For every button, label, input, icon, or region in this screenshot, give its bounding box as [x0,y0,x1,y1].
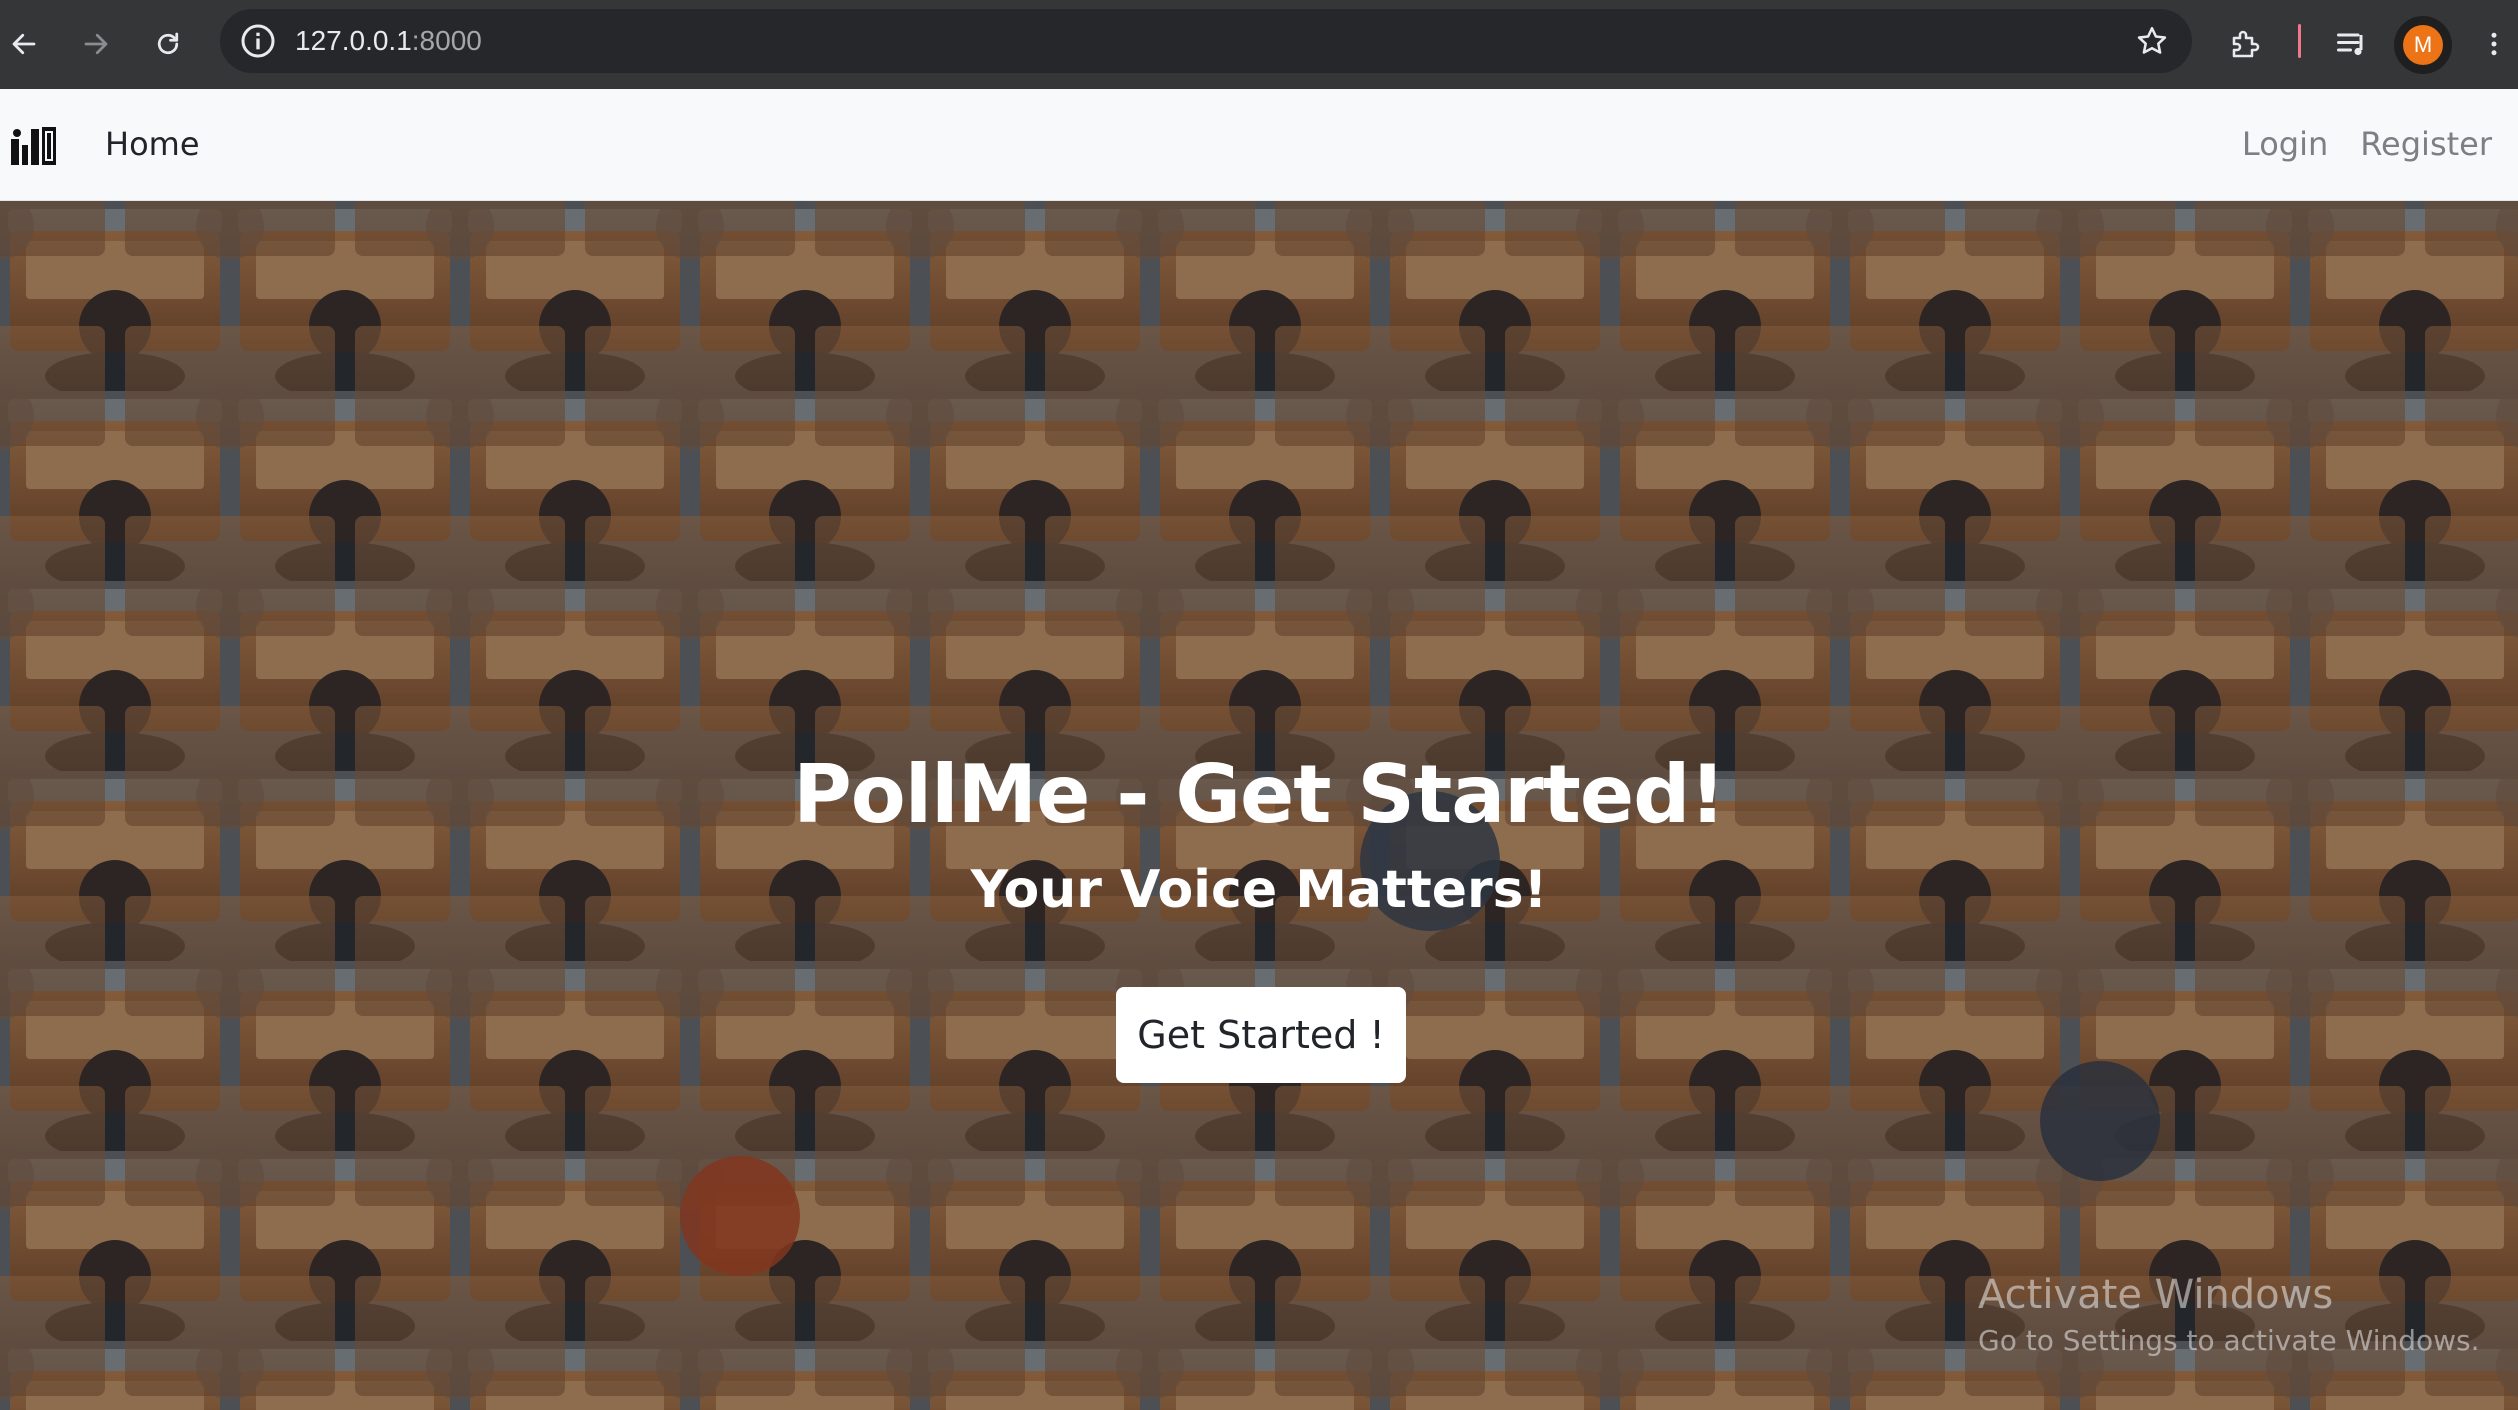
windows-activation-watermark: Activate Windows Go to Settings to activ… [1978,1271,2480,1359]
nav-register-link[interactable]: Register [2360,125,2492,163]
browser-toolbar: 127.0.0.1:8000 M [0,0,2518,89]
hero-subtitle: Your Voice Matters! [970,860,1548,920]
poll-logo-icon [11,127,56,165]
site-info-icon [241,24,275,58]
watermark-subtitle: Go to Settings to activate Windows. [1978,1324,2480,1357]
reading-list-icon [2337,33,2363,56]
extensions-icon [2232,30,2260,58]
bookmark-star-icon [2137,26,2167,54]
reload-button[interactable] [140,16,196,72]
nav-home-link[interactable]: Home [105,125,200,163]
bookmark-button[interactable] [2134,23,2170,59]
site-info-button[interactable] [238,21,278,61]
reading-list-button[interactable] [2324,16,2380,72]
url-port: :8000 [411,25,482,56]
forward-arrow-icon [84,33,108,55]
url-host: 127.0.0.1 [295,25,412,56]
address-bar[interactable]: 127.0.0.1:8000 [220,9,2192,73]
forward-button[interactable] [68,16,124,72]
nav-login-link[interactable]: Login [2242,125,2328,163]
site-navbar: Home Login Register [0,89,2518,201]
browser-menu-button[interactable] [2466,16,2518,72]
back-arrow-icon [12,33,36,55]
nav-auth-links: Login Register [2242,125,2492,163]
url-text[interactable]: 127.0.0.1:8000 [295,26,482,56]
extensions-button[interactable] [2218,16,2274,72]
toolbar-divider [2298,24,2301,58]
menu-dots-icon [2491,32,2497,56]
hero-title: PollMe - Get Started! [793,748,1726,841]
hero-section: PollMe - Get Started! Your Voice Matters… [0,201,2518,1410]
avatar-letter: M [2403,25,2443,65]
brand-logo[interactable] [11,125,59,171]
watermark-title: Activate Windows [1978,1272,2334,1318]
back-button[interactable] [0,16,52,72]
get-started-button[interactable]: Get Started ! [1116,987,1406,1083]
profile-avatar[interactable]: M [2394,16,2452,74]
reload-icon [157,32,179,55]
